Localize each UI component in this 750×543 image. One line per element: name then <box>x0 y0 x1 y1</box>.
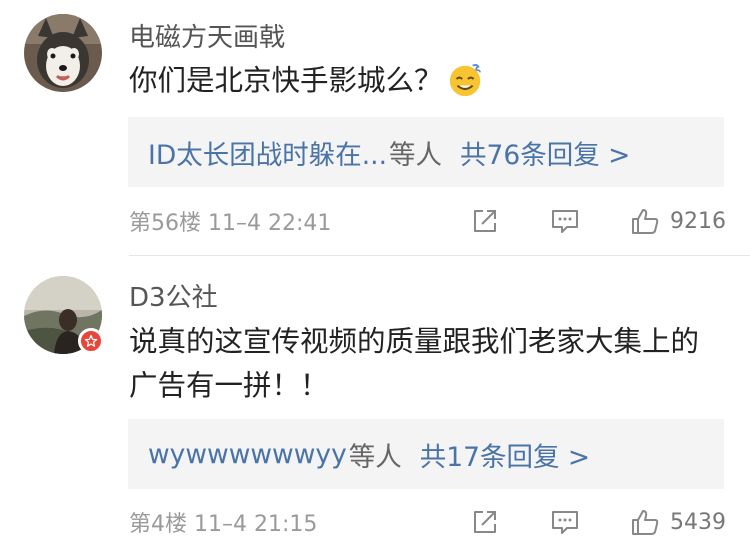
reply-count-link[interactable]: 共17条回复 > <box>420 435 590 474</box>
husky-avatar-image <box>24 14 102 92</box>
share-icon[interactable] <box>470 507 500 537</box>
comment-icon[interactable] <box>550 206 580 236</box>
comment-icon[interactable] <box>550 507 580 537</box>
avatar[interactable] <box>24 14 102 92</box>
reply-others-label: 等人 <box>348 441 402 473</box>
username[interactable]: D3公社 <box>129 282 218 314</box>
comment-text-body: 你们是北京快手影城么？ <box>129 64 443 97</box>
comment-meta: 第56楼 11–4 22:41 9216 <box>129 201 726 241</box>
comment-divider <box>129 255 750 256</box>
reply-users[interactable]: wywwwwwwyy <box>148 439 347 470</box>
floor-and-time: 第4楼 11–4 21:15 <box>129 512 318 537</box>
like-count: 9216 <box>670 208 726 234</box>
share-icon[interactable] <box>470 206 500 236</box>
star-icon <box>84 334 98 347</box>
reply-count-link[interactable]: 共76条回复 > <box>460 133 630 172</box>
comment-actions: 9216 <box>470 201 726 241</box>
like-count: 5439 <box>670 509 726 535</box>
verified-badge-icon <box>78 328 104 354</box>
thumbs-up-icon <box>632 209 659 234</box>
thumbs-up-icon <box>632 510 659 535</box>
comment-text: 说真的这宣传视频的质量跟我们老家大集上的广告有一拼！！ <box>129 325 700 402</box>
reply-others-label: 等人 <box>389 139 442 171</box>
reply-users[interactable]: ID太长团战时躲在... <box>148 133 387 172</box>
sweat-smile-emoji-icon <box>449 64 481 97</box>
reply-summary[interactable]: ID太长团战时躲在... 等人 共76条回复 > <box>128 117 724 187</box>
comment-meta: 第4楼 11–4 21:15 5439 <box>129 502 726 542</box>
username[interactable]: 电磁方天画戟 <box>129 22 285 54</box>
reply-summary[interactable]: wywwwwwwyy 等人 共17条回复 > <box>128 419 724 489</box>
like-button[interactable]: 5439 <box>630 507 726 537</box>
comment-text: 你们是北京快手影城么？ <box>129 59 714 103</box>
floor-and-time: 第56楼 11–4 22:41 <box>129 211 332 236</box>
comment-actions: 5439 <box>470 502 726 542</box>
like-button[interactable]: 9216 <box>630 206 726 236</box>
